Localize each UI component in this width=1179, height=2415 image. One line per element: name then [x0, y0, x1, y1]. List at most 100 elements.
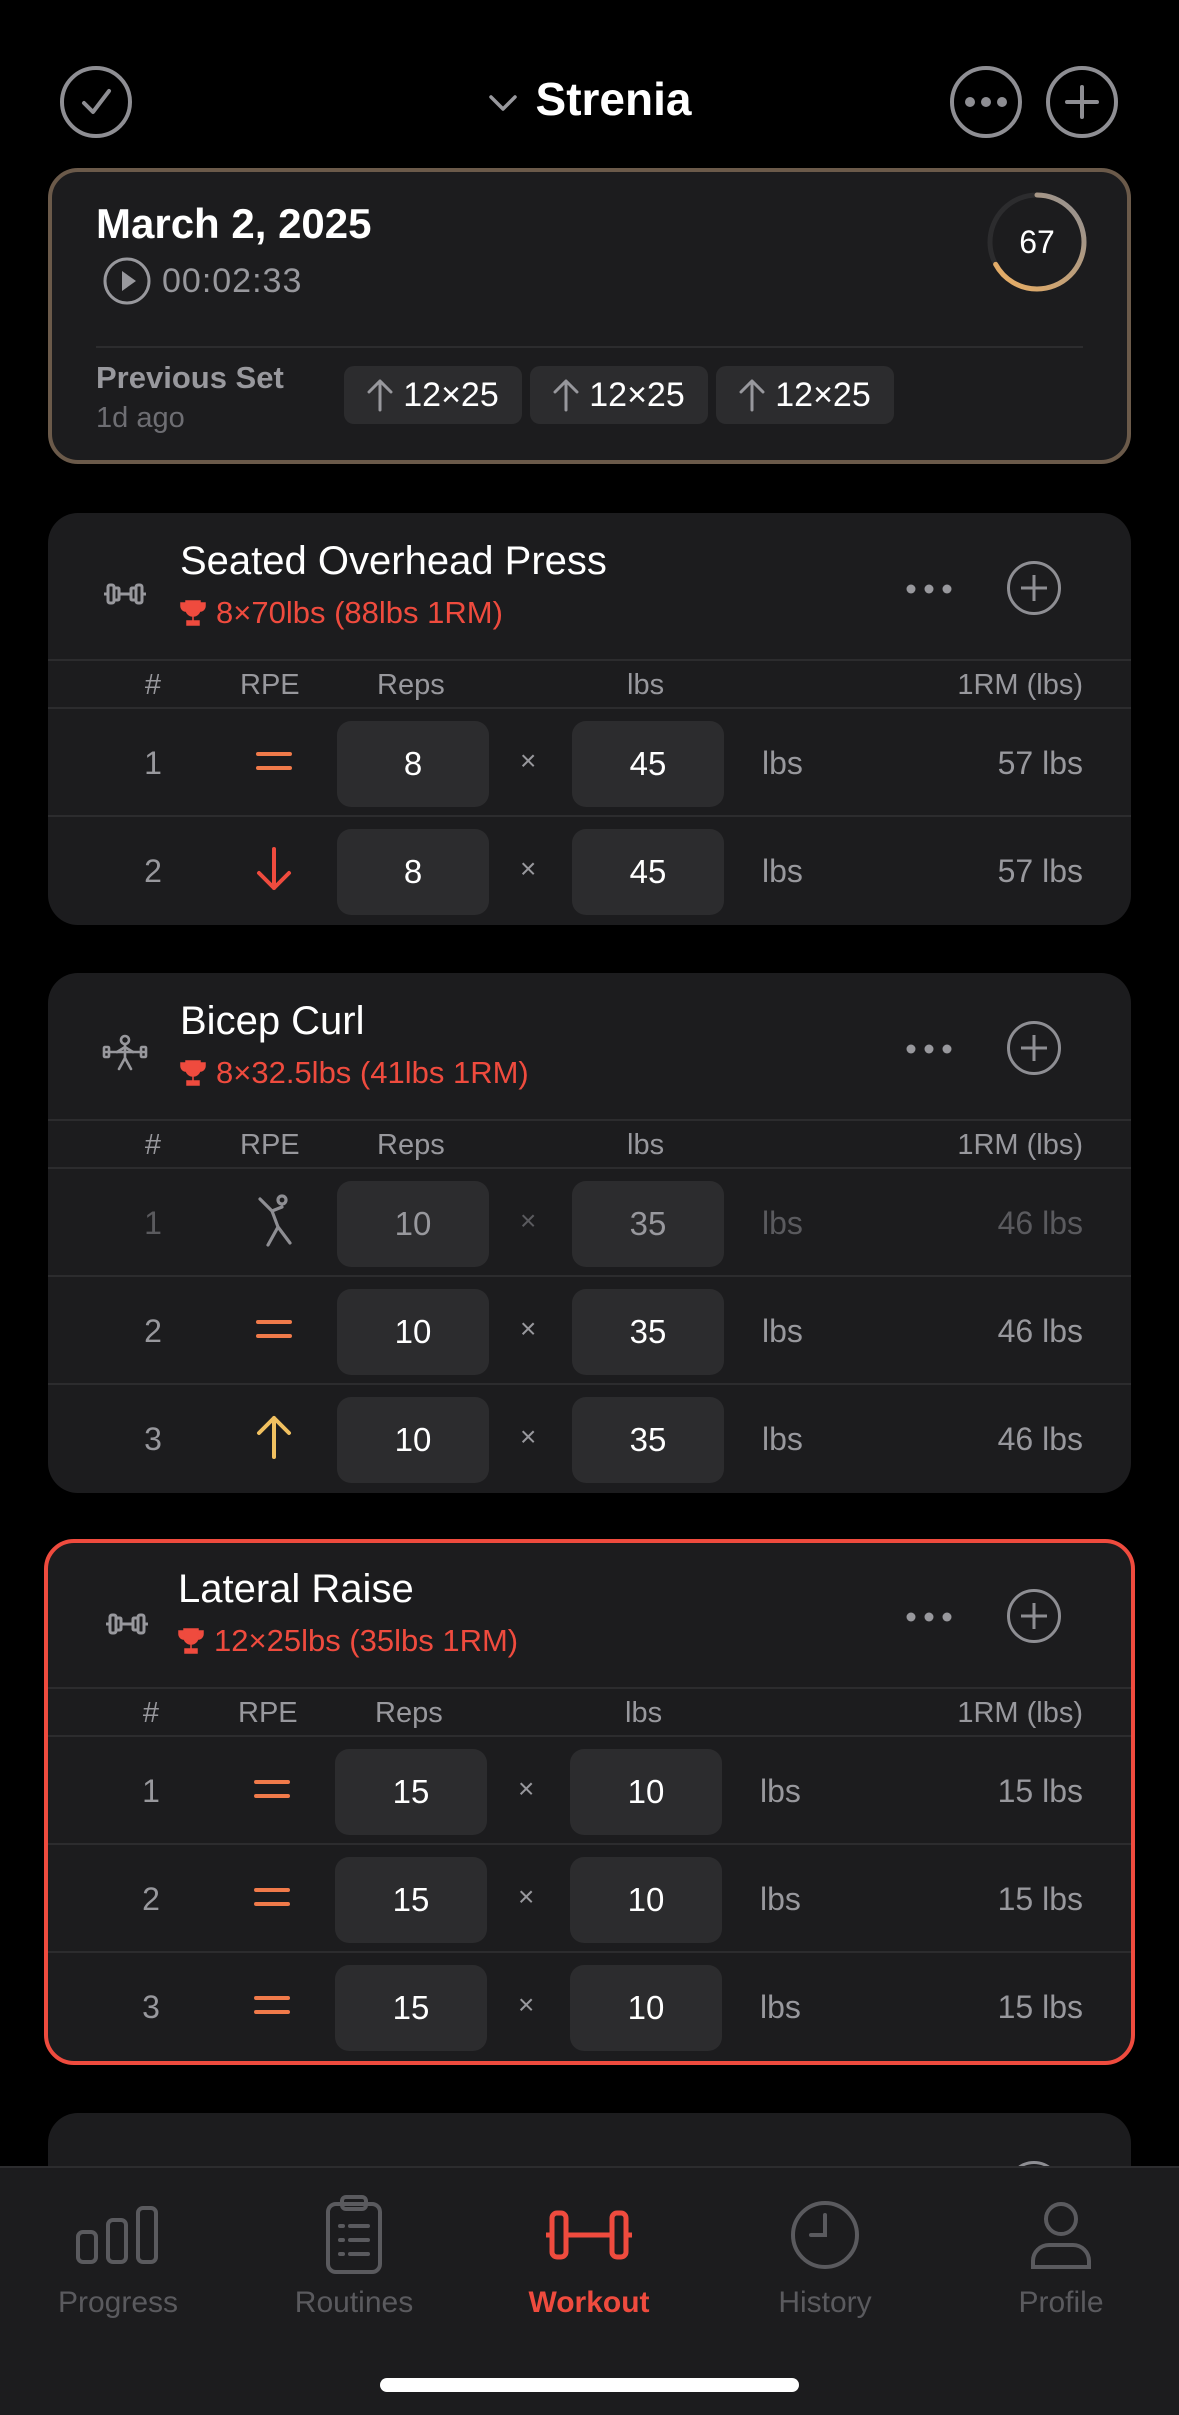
- times-sign: ×: [518, 1881, 535, 1912]
- tab-progress[interactable]: Progress: [0, 2190, 236, 2320]
- more-options-icon[interactable]: [905, 1039, 953, 1059]
- exercise-card: Seated Overhead Press 8×70lbs (88lbs 1RM…: [48, 513, 1131, 925]
- personal-record: 8×32.5lbs (41lbs 1RM): [180, 1055, 529, 1091]
- divider: [96, 346, 1083, 348]
- dumbbell-icon: [104, 583, 146, 605]
- exercise-name[interactable]: Bicep Curl: [180, 999, 365, 1044]
- previous-set-chip: 12×25: [716, 366, 894, 424]
- sets-table-header: # RPE Reps lbs 1RM (lbs): [48, 659, 1131, 709]
- weight-input[interactable]: 10: [570, 1857, 722, 1943]
- personal-record: 12×25lbs (35lbs 1RM): [178, 1623, 518, 1659]
- set-row: 3 15 × 10 lbs 15 lbs: [48, 1953, 1131, 2061]
- rpe-equal-icon[interactable]: [242, 1867, 302, 1927]
- reps-input[interactable]: 8: [337, 829, 489, 915]
- person-icon: [1031, 2202, 1091, 2269]
- set-row: 1 10 × 35 lbs 46 lbs: [48, 1169, 1131, 1277]
- set-row: 2 8 × 45 lbs 57 lbs: [48, 817, 1131, 925]
- rpe-equal-icon[interactable]: [244, 731, 304, 791]
- weight-input[interactable]: 45: [572, 829, 724, 915]
- add-set-button[interactable]: [1007, 1589, 1061, 1643]
- one-rep-max: 46 lbs: [997, 1421, 1083, 1457]
- weight-input[interactable]: 35: [572, 1181, 724, 1267]
- tab-workout[interactable]: Workout: [471, 2190, 707, 2320]
- set-row: 1 8 × 45 lbs 57 lbs: [48, 709, 1131, 817]
- set-row: 2 15 × 10 lbs 15 lbs: [48, 1845, 1131, 1953]
- arrow-up-icon: [367, 379, 393, 412]
- home-indicator: [380, 2378, 799, 2392]
- one-rep-max: 15 lbs: [997, 1989, 1083, 2025]
- reps-input[interactable]: 15: [335, 1857, 487, 1943]
- add-exercise-button[interactable]: [1046, 66, 1118, 138]
- exercise-name[interactable]: Lateral Raise: [178, 1567, 414, 1612]
- weight-input[interactable]: 10: [570, 1749, 722, 1835]
- tab-routines[interactable]: Routines: [236, 2190, 472, 2320]
- exercise-card: Bicep Curl 8×32.5lbs (41lbs 1RM) # RPE R…: [48, 973, 1131, 1493]
- times-sign: ×: [520, 1313, 537, 1344]
- more-options-button[interactable]: [950, 66, 1022, 138]
- plus-icon: [1065, 85, 1099, 119]
- previous-set-chip: 12×25: [530, 366, 708, 424]
- times-sign: ×: [520, 853, 537, 884]
- arrow-up-icon: [553, 379, 579, 412]
- weight-input[interactable]: 35: [572, 1289, 724, 1375]
- reps-input[interactable]: 10: [337, 1181, 489, 1267]
- rpe-equal-icon[interactable]: [242, 1975, 302, 2035]
- play-icon: [103, 257, 151, 305]
- reps-input[interactable]: 8: [337, 721, 489, 807]
- times-sign: ×: [520, 1205, 537, 1236]
- one-rep-max: 46 lbs: [997, 1205, 1083, 1241]
- weight-input[interactable]: 10: [570, 1965, 722, 2051]
- one-rep-max: 57 lbs: [997, 745, 1083, 781]
- clipboard-list-icon: [326, 2195, 382, 2274]
- tab-profile[interactable]: Profile: [943, 2190, 1179, 2320]
- session-summary-card: March 2, 2025 00:02:33 67 Previous Set 1…: [48, 168, 1131, 464]
- previous-set-label: Previous Set: [96, 360, 284, 395]
- times-sign: ×: [518, 1773, 535, 1804]
- elapsed-time: 00:02:33: [162, 261, 303, 300]
- sets-table-header: # RPE Reps lbs 1RM (lbs): [48, 1687, 1131, 1737]
- add-set-button[interactable]: [1007, 561, 1061, 615]
- set-row: 3 10 × 35 lbs 46 lbs: [48, 1385, 1131, 1493]
- warmup-stretch-icon[interactable]: [244, 1191, 304, 1251]
- bar-chart-icon: [76, 2206, 158, 2264]
- previous-set-age: 1d ago: [96, 402, 185, 434]
- times-sign: ×: [520, 1421, 537, 1452]
- weight-input[interactable]: 45: [572, 721, 724, 807]
- sets-table-header: # RPE Reps lbs 1RM (lbs): [48, 1119, 1131, 1169]
- set-row: 2 10 × 35 lbs 46 lbs: [48, 1277, 1131, 1385]
- set-row: 1 15 × 10 lbs 15 lbs: [48, 1737, 1131, 1845]
- reps-input[interactable]: 15: [335, 1749, 487, 1835]
- clock-icon: [791, 2201, 859, 2269]
- dumbbell-icon: [106, 1613, 148, 1635]
- rpe-equal-icon[interactable]: [242, 1759, 302, 1819]
- trophy-icon: [180, 1060, 206, 1086]
- one-rep-max: 15 lbs: [997, 1773, 1083, 1809]
- one-rep-max: 15 lbs: [997, 1881, 1083, 1917]
- dumbbell-icon: [546, 2210, 632, 2260]
- rpe-up-icon[interactable]: [244, 1407, 304, 1467]
- previous-set-chip: 12×25: [344, 366, 522, 424]
- exercise-card-active: Lateral Raise 12×25lbs (35lbs 1RM) # RPE…: [44, 1539, 1135, 2065]
- ellipsis-icon: [965, 97, 1007, 107]
- rpe-equal-icon[interactable]: [244, 1299, 304, 1359]
- times-sign: ×: [520, 745, 537, 776]
- rpe-down-icon[interactable]: [244, 839, 304, 899]
- weight-input[interactable]: 35: [572, 1397, 724, 1483]
- add-set-button[interactable]: [1007, 1021, 1061, 1075]
- chevron-down-icon: [488, 95, 517, 111]
- reps-input[interactable]: 15: [335, 1965, 487, 2051]
- more-options-icon[interactable]: [905, 579, 953, 599]
- personal-record: 8×70lbs (88lbs 1RM): [180, 595, 503, 631]
- session-timer[interactable]: 00:02:33: [102, 256, 302, 306]
- reps-input[interactable]: 10: [337, 1289, 489, 1375]
- barbell-lifter-icon: [102, 1034, 148, 1071]
- score-value: 67: [1019, 224, 1055, 260]
- trophy-icon: [180, 600, 206, 626]
- previous-set-chips: 12×25 12×25 12×25: [344, 366, 894, 424]
- more-options-icon[interactable]: [905, 1607, 953, 1627]
- reps-input[interactable]: 10: [337, 1397, 489, 1483]
- tab-history[interactable]: History: [707, 2190, 943, 2320]
- exercise-name[interactable]: Seated Overhead Press: [180, 539, 607, 584]
- times-sign: ×: [518, 1989, 535, 2020]
- one-rep-max: 46 lbs: [997, 1313, 1083, 1349]
